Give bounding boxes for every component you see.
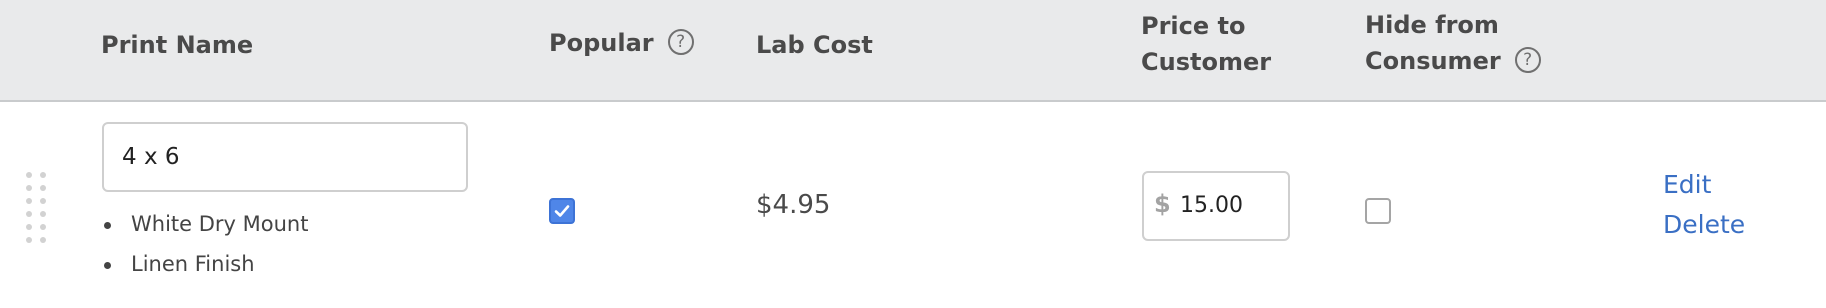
price-input[interactable] bbox=[1180, 187, 1280, 223]
table-header: Print Name Popular? Lab Cost Price to Cu… bbox=[0, 0, 1826, 102]
currency-symbol: $ bbox=[1154, 190, 1171, 218]
header-price-line2: Customer bbox=[1141, 48, 1272, 76]
header-hide-line2-wrap: Consumer? bbox=[1365, 43, 1541, 79]
print-name-input[interactable] bbox=[102, 122, 468, 192]
list-item: Linen Finish bbox=[104, 244, 308, 284]
header-price-line1: Price to bbox=[1141, 12, 1246, 40]
price-field[interactable]: $ bbox=[1142, 171, 1290, 241]
edit-link[interactable]: Edit bbox=[1663, 170, 1711, 199]
print-options-list: White Dry Mount Linen Finish bbox=[104, 204, 308, 284]
header-lab-cost: Lab Cost bbox=[756, 31, 873, 59]
drag-handle-icon[interactable] bbox=[26, 172, 54, 243]
header-print-name: Print Name bbox=[101, 31, 254, 59]
header-hide-line2: Consumer bbox=[1365, 47, 1501, 75]
lab-cost-value: $4.95 bbox=[756, 190, 831, 220]
list-item: White Dry Mount bbox=[104, 204, 308, 244]
header-popular-label: Popular bbox=[549, 29, 654, 57]
hide-from-consumer-checkbox[interactable] bbox=[1365, 198, 1391, 224]
delete-link[interactable]: Delete bbox=[1663, 210, 1745, 239]
popular-checkbox[interactable] bbox=[549, 198, 575, 224]
header-hide-from-consumer: Hide from Consumer? bbox=[1365, 7, 1541, 79]
question-circle-icon[interactable]: ? bbox=[1514, 47, 1541, 73]
header-popular: Popular? bbox=[549, 25, 694, 61]
header-price-to-customer: Price to Customer bbox=[1141, 8, 1271, 80]
checkmark-icon bbox=[554, 205, 570, 217]
question-circle-icon[interactable]: ? bbox=[667, 29, 694, 55]
header-hide-line1: Hide from bbox=[1365, 11, 1499, 39]
